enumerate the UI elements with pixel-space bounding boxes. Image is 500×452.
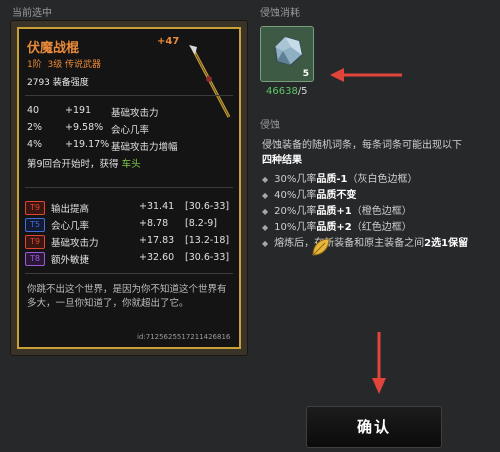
item-power: 2793 装备强度 <box>27 78 89 88</box>
outcome-row: ◆ 40%几率品质不变 <box>262 190 357 201</box>
item-id: id:71256255172114268​16 <box>137 333 231 341</box>
affix-tier-badge: T5 <box>25 218 45 232</box>
affix-row: T9 基础攻击力 +17.83 [13.2-18] <box>25 235 237 249</box>
outcome-row: ◆ 30%几率品质-1（灰白色边框） <box>262 174 418 185</box>
erosion-desc-bold: 四种结果 <box>262 155 302 166</box>
divider <box>25 95 233 96</box>
red-arrow-left-icon <box>328 66 404 88</box>
item-name: 伏魔战棍 <box>27 41 80 56</box>
cost-amount: 46638/5 <box>266 86 308 97</box>
confirm-button[interactable]: 确认 <box>306 406 442 448</box>
erosion-description: 侵蚀装备的随机词条，每条词条可能出现以下 四种结果 <box>262 138 494 168</box>
divider <box>25 187 233 188</box>
affix-tier-badge: T8 <box>25 252 45 266</box>
affix-row: T8 额外敏捷 +32.60 [30.6-33] <box>25 252 237 266</box>
item-tier: 1阶 <box>27 60 42 70</box>
staff-weapon-icon <box>187 43 237 123</box>
cost-have: 46638 <box>266 86 298 97</box>
red-arrow-down-icon <box>370 330 388 400</box>
diamond-bullet-icon: ◆ <box>262 223 269 232</box>
divider <box>25 273 233 274</box>
affix-row: T9 输出提高 +31.41 [30.6-33] <box>25 201 237 215</box>
item-level: +47 <box>157 36 180 47</box>
cost-item-slot[interactable]: 5 <box>260 26 314 82</box>
erosion-section-title: 侵蚀 <box>260 120 280 131</box>
ore-crystal-icon <box>269 33 305 73</box>
affix-tier-badge: T9 <box>25 201 45 215</box>
affix-row: T5 会心几率 +8.78 [8.2-9] <box>25 218 237 232</box>
item-tier-grade: 1阶 3级 传说武器 <box>27 57 101 70</box>
erosion-desc-text: 侵蚀装备的随机词条，每条词条可能出现以下 <box>262 140 462 151</box>
diamond-bullet-icon: ◆ <box>262 191 269 200</box>
outcome-row: ◆ 20%几率品质+1（橙色边框） <box>262 206 412 217</box>
special-effect-text: 第9回合开始时，获得 <box>27 159 119 170</box>
outcome-row: ◆ 熔炼后，在新装备和原主装备之间2选1保留 <box>262 238 469 249</box>
item-flavor-text: 你跳不出这个世界，是因为你不知道这个世界有多大，一旦你知道了，你就超出了它。 <box>27 284 227 309</box>
cost-need: /5 <box>297 86 308 97</box>
item-grade: 3级 传说武器 <box>47 60 102 70</box>
cost-slot-count: 5 <box>302 69 309 79</box>
diamond-bullet-icon: ◆ <box>262 175 269 184</box>
affix-tier-badge: T9 <box>25 235 45 249</box>
cursor-leaf-icon <box>310 236 332 262</box>
item-card[interactable]: 伏魔战棍 +47 1阶 3级 传说武器 2793 装备强度 40 +191 基础… <box>17 27 241 349</box>
diamond-bullet-icon: ◆ <box>262 239 269 248</box>
cost-section-title: 侵蚀消耗 <box>260 8 300 19</box>
special-effect-keyword: 车头 <box>121 159 141 170</box>
diamond-bullet-icon: ◆ <box>262 207 269 216</box>
selected-panel-title: 当前选中 <box>12 8 52 19</box>
outcome-row: ◆ 10%几率品质+2（红色边框） <box>262 222 412 233</box>
